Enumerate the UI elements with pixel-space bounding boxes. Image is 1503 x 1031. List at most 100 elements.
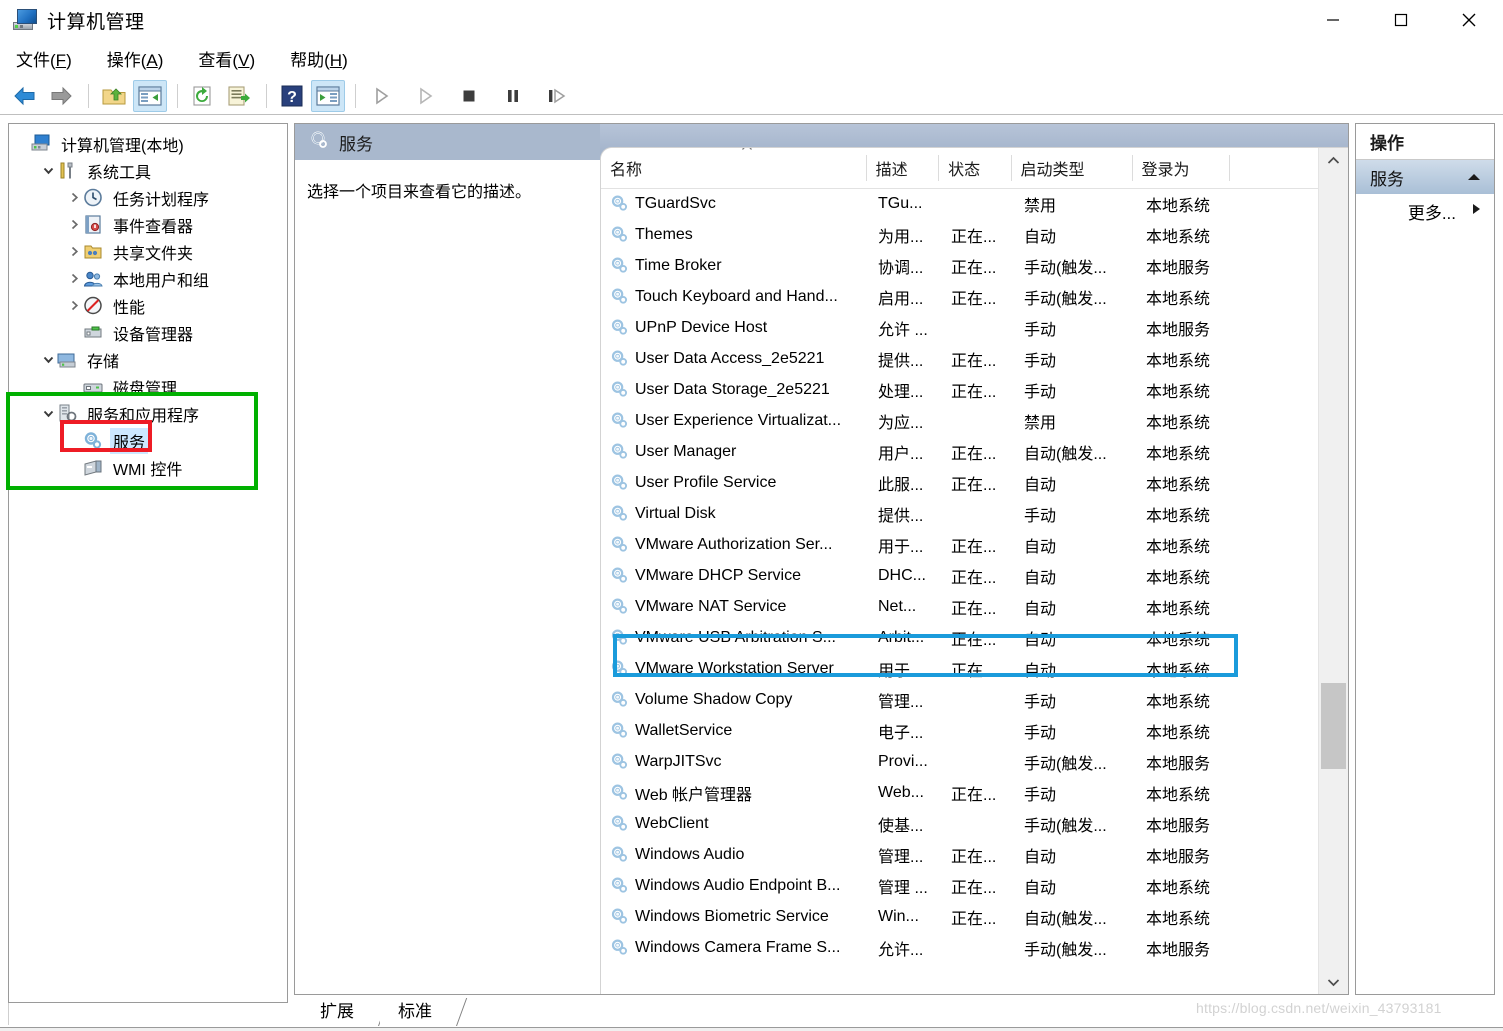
table-row[interactable]: User Data Access_2e5221 提供... 正在... 手动 本地系统 [601,343,1319,374]
table-row[interactable]: User Manager 用户... 正在... 自动(触发... 本地系统 [601,436,1319,467]
tab-extended[interactable]: 扩展 [302,996,390,1026]
show-action-pane-icon[interactable] [311,79,345,112]
table-row[interactable]: VMware DHCP Service DHC... 正在... 自动 本地系统 [601,560,1319,591]
actions-group-services[interactable]: 服务 [1356,160,1494,194]
table-row[interactable]: VMware Authorization Ser... 用于... 正在... 自动 本… [601,529,1319,560]
table-row[interactable]: Windows Audio Endpoint B... 管理 ... 正在... 自动… [601,870,1319,901]
resume-service-icon[interactable] [408,80,442,112]
table-row[interactable]: Volume Shadow Copy 管理... 手动 本地系统 [601,684,1319,715]
up-folder-icon[interactable] [97,80,131,112]
tree-item-services[interactable]: 服务 [13,427,287,454]
table-row[interactable]: VMware USB Arbitration S... Arbit... 正在...… [601,622,1319,653]
scrollbar-thumb[interactable] [1321,683,1346,769]
chevron-down-icon[interactable] [39,164,57,177]
cell-service-name: User Data Access_2e5221 [635,349,825,367]
action-more[interactable]: 更多... [1356,194,1494,228]
minimize-button[interactable] [1299,0,1367,40]
scroll-up-arrow-icon[interactable] [1319,148,1348,172]
table-row[interactable]: Web 帐户管理器 Web... 正在... 手动 本地系统 [601,777,1319,808]
menu-file[interactable]: 文件(F) [16,46,72,71]
cell-name: User Manager [601,442,869,461]
service-gear-icon [610,752,629,771]
scroll-down-arrow-icon[interactable] [1319,970,1348,994]
services-list-pane[interactable]: 名称 描述 状态 启动类型 登录为 TGuardSvc TGu... 禁用 本地系统 Theme… [600,147,1348,994]
start-service-icon[interactable] [364,80,398,112]
show-hide-tree-icon[interactable] [133,79,167,112]
services-and-applications-icon [57,404,79,424]
table-row[interactable]: UPnP Device Host 允许 ... 手动 本地服务 [601,312,1319,343]
table-row[interactable]: User Data Storage_2e5221 处理... 正在... 手动 本地系统 [601,374,1319,405]
column-startup-type[interactable]: 启动类型 [1012,155,1133,181]
menu-action[interactable]: 操作(A) [107,46,164,71]
cell-logon: 本地服务 [1146,817,1211,835]
chevron-right-icon[interactable] [1470,201,1482,221]
table-row[interactable]: WalletService 电子... 手动 本地系统 [601,715,1319,746]
cell-status: 正在... [951,352,997,370]
chevron-down-icon[interactable] [39,353,57,366]
chevron-right-icon[interactable] [65,299,83,312]
menu-help[interactable]: 帮助(H) [290,46,348,71]
cell-logon: 本地系统 [1146,228,1211,246]
services-vertical-scrollbar[interactable] [1318,148,1348,994]
table-row[interactable]: WebClient 使基... 手动(触发... 本地服务 [601,808,1319,839]
services-rows-viewport[interactable]: TGuardSvc TGu... 禁用 本地系统 Themes 为用... 正在... 自动本… [601,188,1319,994]
tree-item-disk-management[interactable]: 磁盘管理 [13,373,287,400]
table-row[interactable]: VMware Workstation Server 用于... 正在... 自动 本地系… [601,653,1319,684]
tab-standard[interactable]: 标准 [380,996,468,1026]
column-filler[interactable] [1230,155,1320,181]
table-row[interactable]: TGuardSvc TGu... 禁用 本地系统 [601,188,1319,219]
table-row[interactable]: User Experience Virtualizat... 为应... 禁用 本地系… [601,405,1319,436]
tree-item-performance[interactable]: 性能 [13,292,287,319]
tree-item-services-and-applications[interactable]: 服务和应用程序 [13,400,287,427]
chevron-right-icon[interactable] [65,272,83,285]
console-tree-pane[interactable]: 计算机管理(本地) 系统工具 任务计划程序 事件查看器 共享文件夹 本地用户和组 性能 设备管… [8,123,288,1003]
table-row[interactable]: VMware NAT Service Net... 正在... 自动 本地系统 [601,591,1319,622]
tree-item-system-tools[interactable]: 系统工具 [13,157,287,184]
table-row[interactable]: Touch Keyboard and Hand... 启用... 正在... 手动(触… [601,281,1319,312]
chevron-right-icon[interactable] [65,218,83,231]
table-row[interactable]: Time Broker 协调... 正在... 手动(触发... 本地服务 [601,250,1319,281]
back-arrow-icon[interactable] [8,80,42,112]
tree-item-storage[interactable]: 存储 [13,346,287,373]
tree-item-local-users-and-groups[interactable]: 本地用户和组 [13,265,287,292]
cell-service-name: Touch Keyboard and Hand... [635,287,838,305]
cell-startup: 手动 [1024,321,1057,339]
table-row[interactable]: User Profile Service 此服... 正在... 自动 本地系统 [601,467,1319,498]
table-row[interactable]: Windows Audio 管理... 正在... 自动 本地服务 [601,839,1319,870]
column-description[interactable]: 描述 [867,155,940,181]
forward-arrow-icon[interactable] [44,80,78,112]
refresh-icon[interactable] [186,80,220,112]
column-log-on-as[interactable]: 登录为 [1133,155,1230,181]
close-button[interactable] [1435,0,1503,40]
restart-service-icon[interactable] [540,80,574,112]
tree-item-task-scheduler[interactable]: 任务计划程序 [13,184,287,211]
tree-item-wmi-control[interactable]: WMI 控件 [13,454,287,481]
cell-startup: 自动 [1024,848,1057,866]
chevron-right-icon[interactable] [65,245,83,258]
tree-item-computer-management[interactable]: 计算机管理(本地) [13,130,287,157]
cell-logon: 本地系统 [1146,538,1211,556]
service-gear-icon [610,287,629,306]
cell-service-name: WebClient [635,814,709,832]
chevron-right-icon[interactable] [65,191,83,204]
column-status[interactable]: 状态 [939,155,1012,181]
cell-status: 正在... [951,569,997,587]
table-row[interactable]: Windows Camera Frame S... 允许... 手动(触发... 本地… [601,932,1319,963]
help-icon[interactable]: ? [275,80,309,112]
pause-service-icon[interactable] [496,80,530,112]
table-row[interactable]: WarpJITSvc Provi... 手动(触发... 本地服务 [601,746,1319,777]
tree-item-device-manager[interactable]: 设备管理器 [13,319,287,346]
table-row[interactable]: Themes 为用... 正在... 自动 本地系统 [601,219,1319,250]
chevron-up-icon[interactable] [1466,167,1482,187]
column-name[interactable]: 名称 [601,148,867,181]
maximize-button[interactable] [1367,0,1435,40]
table-row[interactable]: Windows Biometric Service Win... 正在... 自动(触… [601,901,1319,932]
menu-view[interactable]: 查看(V) [198,46,255,71]
export-list-icon[interactable] [222,80,256,112]
services-column-headers[interactable]: 名称 描述 状态 启动类型 登录为 [601,148,1320,189]
chevron-down-icon[interactable] [39,407,57,420]
tree-item-shared-folders[interactable]: 共享文件夹 [13,238,287,265]
table-row[interactable]: Virtual Disk 提供... 手动 本地系统 [601,498,1319,529]
stop-service-icon[interactable] [452,80,486,112]
tree-item-event-viewer[interactable]: 事件查看器 [13,211,287,238]
